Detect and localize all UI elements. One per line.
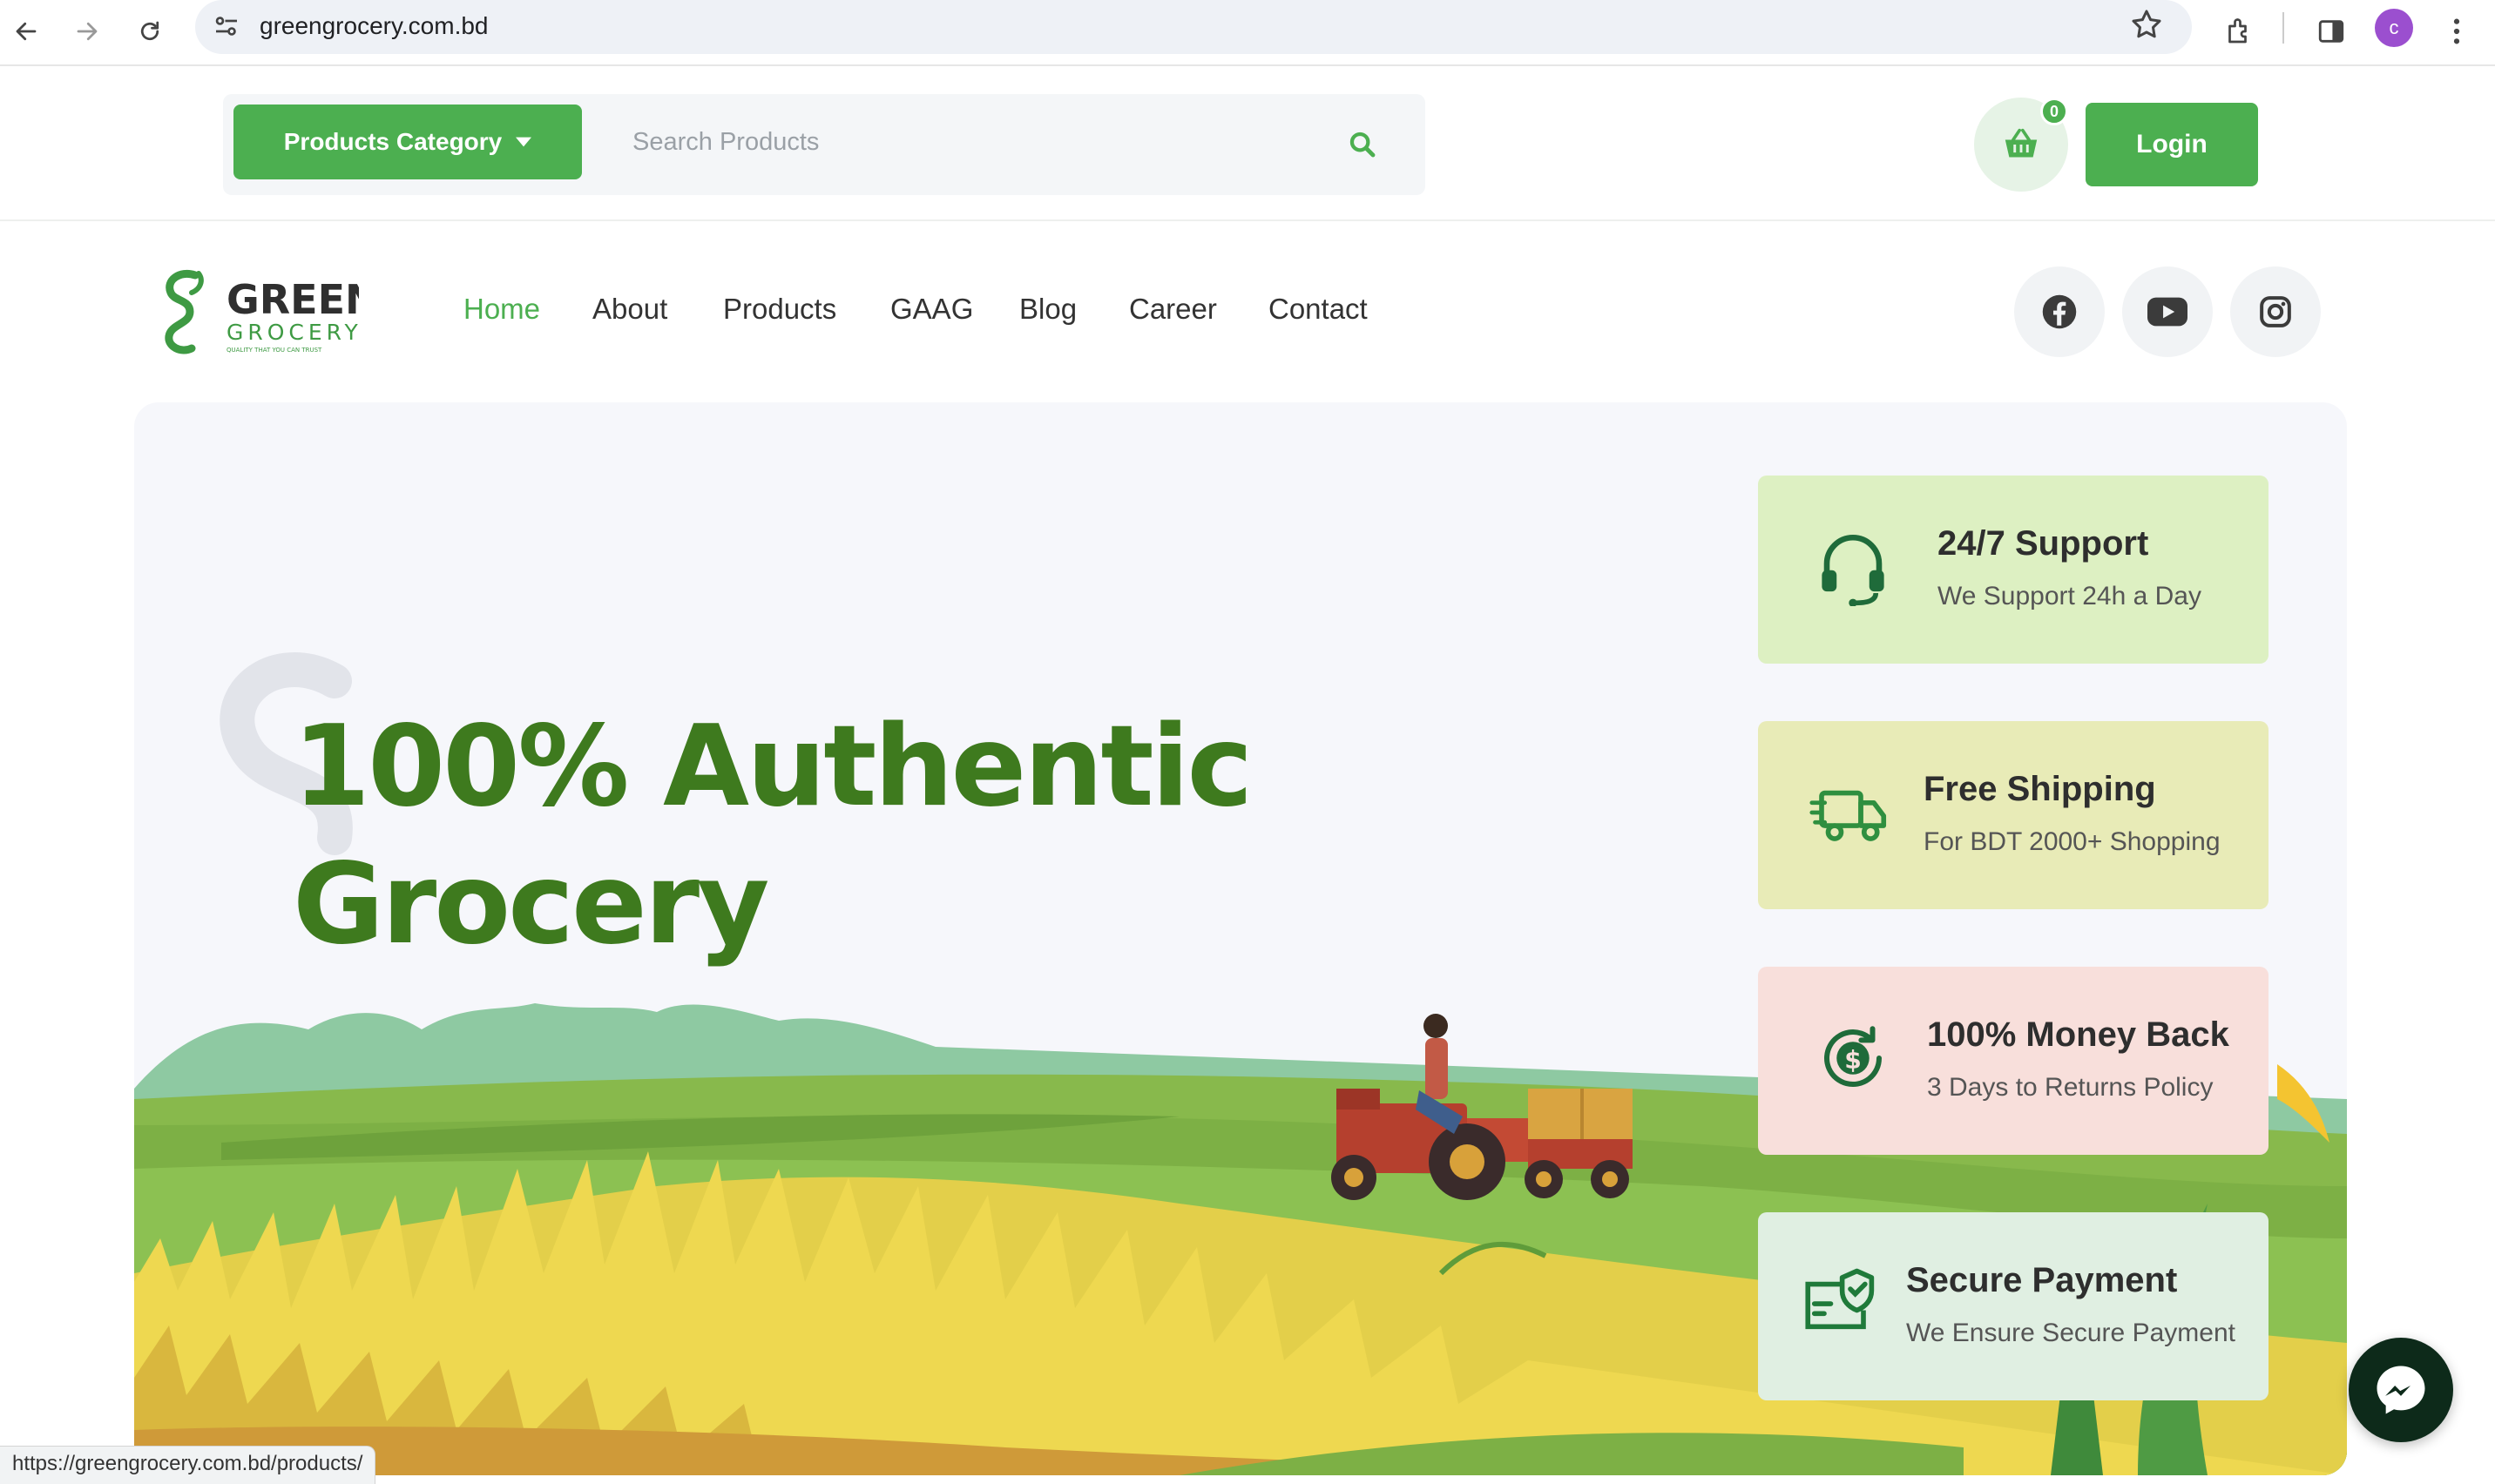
- products-category-label: Products Category: [283, 128, 503, 155]
- nav-about[interactable]: About: [592, 293, 667, 326]
- feature-card-support[interactable]: 24/7 Support We Support 24h a Day: [1758, 476, 2268, 664]
- headset-icon: [1822, 535, 1884, 606]
- feature-card-secure-payment[interactable]: Secure Payment We Ensure Secure Payment: [1758, 1212, 2268, 1400]
- nav-home[interactable]: Home: [463, 293, 540, 326]
- feature-subtitle-support: We Support 24h a Day: [1937, 582, 2201, 610]
- facebook-icon[interactable]: [2014, 266, 2105, 357]
- youtube-icon[interactable]: [2122, 266, 2213, 357]
- hero-title: 100% Authentic Grocery: [293, 698, 1253, 974]
- hero-title-line1: 100% Authentic: [293, 702, 1253, 832]
- feature-title-secure-payment: Secure Payment: [1906, 1261, 2178, 1299]
- toolbar-divider: [2282, 12, 2284, 44]
- feature-title-support: 24/7 Support: [1937, 524, 2149, 563]
- search-input[interactable]: [632, 120, 1329, 164]
- feature-card-shipping[interactable]: Free Shipping For BDT 2000+ Shopping: [1758, 721, 2268, 909]
- caret-down-icon: [516, 137, 532, 147]
- bookmark-star-icon[interactable]: [2129, 7, 2164, 46]
- hero-banner: 100% Authentic Grocery 24/7 Support We S…: [134, 402, 2347, 1475]
- green-grocery-logo[interactable]: GREEN GROCERY QUALITY THAT YOU CAN TRUST: [150, 263, 379, 361]
- extensions-icon[interactable]: [2216, 9, 2262, 54]
- side-panel-icon[interactable]: [2309, 9, 2354, 54]
- feature-subtitle-shipping: For BDT 2000+ Shopping: [1924, 827, 2221, 856]
- nav-gaag[interactable]: GAAG: [890, 293, 973, 326]
- instagram-icon[interactable]: [2230, 266, 2321, 357]
- feature-title-money-back: 100% Money Back: [1927, 1015, 2229, 1054]
- messenger-chat-button[interactable]: [2349, 1338, 2453, 1442]
- url-text[interactable]: greengrocery.com.bd: [260, 12, 489, 40]
- feature-subtitle-secure-payment: We Ensure Secure Payment: [1906, 1319, 2235, 1347]
- profile-avatar[interactable]: c: [2375, 9, 2413, 47]
- products-category-button[interactable]: Products Category: [233, 105, 582, 179]
- nav-products[interactable]: Products: [723, 293, 836, 326]
- messenger-icon: [2377, 1366, 2425, 1414]
- browser-toolbar: greengrocery.com.bd c: [0, 0, 2495, 66]
- nav-contact[interactable]: Contact: [1268, 293, 1368, 326]
- cart-count-badge: 0: [2040, 98, 2068, 125]
- feature-title-shipping: Free Shipping: [1924, 770, 2156, 808]
- back-icon[interactable]: [3, 9, 49, 54]
- truck-icon: [1809, 790, 1887, 841]
- money-back-icon: $: [1824, 1026, 1882, 1087]
- secure-payment-icon: [1805, 1268, 1875, 1330]
- address-bar[interactable]: greengrocery.com.bd: [195, 0, 2192, 54]
- site-settings-icon[interactable]: [211, 10, 242, 46]
- logo-tagline: QUALITY THAT YOU CAN TRUST: [227, 347, 322, 354]
- logo-subword: GROCERY: [227, 320, 359, 345]
- forward-icon[interactable]: [64, 9, 110, 54]
- svg-text:$: $: [1844, 1045, 1862, 1074]
- reload-icon[interactable]: [127, 9, 172, 54]
- search-icon[interactable]: [1338, 120, 1387, 169]
- logo-wordmark: GREEN: [227, 276, 359, 323]
- hero-title-line2: Grocery: [293, 840, 769, 969]
- feature-subtitle-money-back: 3 Days to Returns Policy: [1927, 1073, 2214, 1102]
- main-navigation: GREEN GROCERY QUALITY THAT YOU CAN TRUST…: [0, 223, 2495, 397]
- feature-card-money-back[interactable]: $ 100% Money Back 3 Days to Returns Poli…: [1758, 967, 2268, 1155]
- status-bar-url: https://greengrocery.com.bd/products/: [0, 1446, 376, 1484]
- search-bar: Products Category: [223, 94, 1425, 195]
- nav-career[interactable]: Career: [1129, 293, 1217, 326]
- more-menu-icon[interactable]: [2434, 9, 2479, 54]
- login-button[interactable]: Login: [2086, 103, 2258, 186]
- nav-blog[interactable]: Blog: [1019, 293, 1077, 326]
- site-topbar: Products Category 0 Login: [0, 68, 2495, 221]
- basket-icon: [2005, 128, 2038, 158]
